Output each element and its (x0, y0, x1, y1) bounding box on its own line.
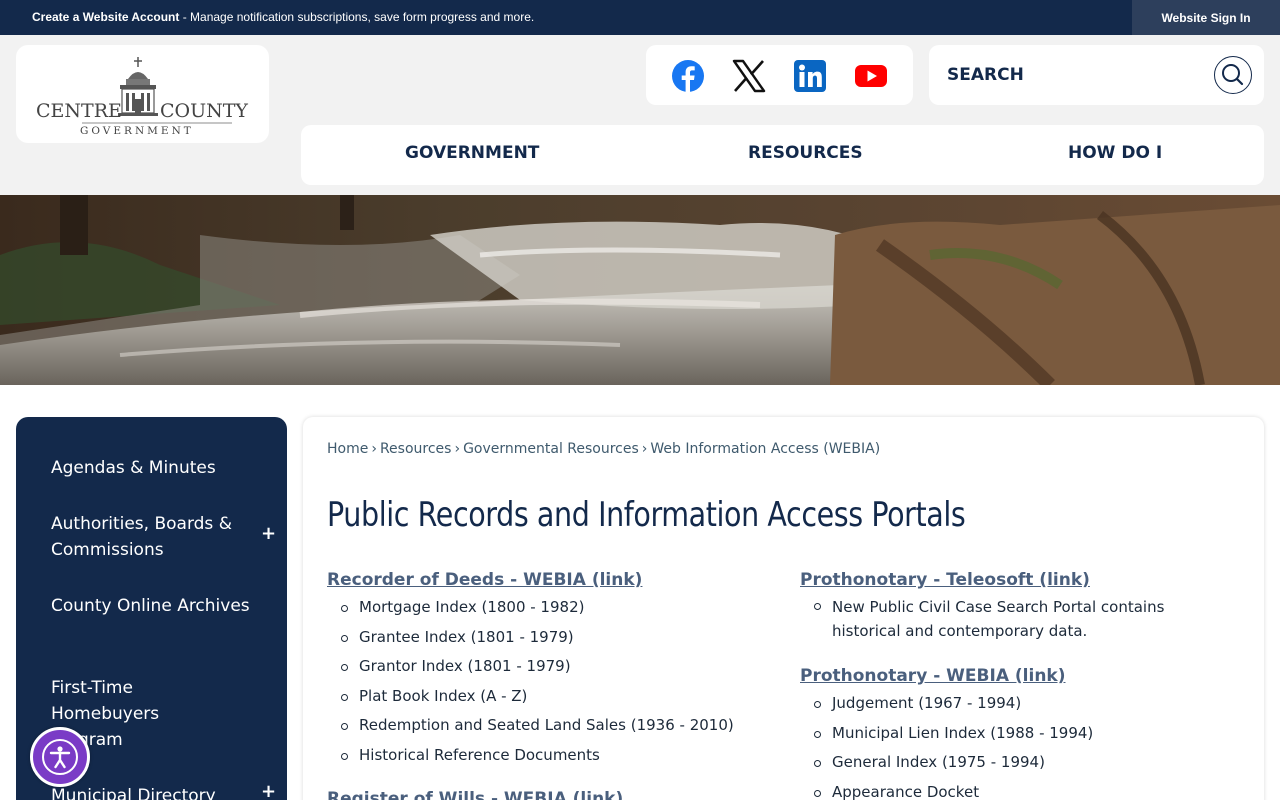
main-navigation: GOVERNMENT RESOURCES HOW DO I (301, 125, 1264, 185)
nav-how-do-i[interactable]: HOW DO I (1068, 143, 1162, 163)
search-button[interactable] (1214, 56, 1252, 94)
banner-stream-image (0, 195, 1280, 385)
search-box (929, 45, 1264, 105)
prothonotary-teleosoft-link[interactable]: Prothonotary - Teleosoft (link) (800, 567, 1220, 593)
left-column: Recorder of Deeds - WEBIA (link) Mortgag… (327, 567, 777, 800)
list-item: Grantor Index (1801 - 1979) (341, 652, 777, 682)
breadcrumb-separator: › (371, 441, 377, 457)
accessibility-button[interactable] (30, 727, 90, 787)
recorder-of-deeds-list: Mortgage Index (1800 - 1982) Grantee Ind… (341, 593, 777, 770)
breadcrumb-current[interactable]: Web Information Access (WEBIA) (650, 441, 880, 457)
courthouse-logo-graphic: CENTRE COUNTY GOVERNMENT (36, 57, 248, 135)
main-content: Home › Resources › Governmental Resources › We… (303, 417, 1264, 800)
prothonotary-webia-list: Judgement (1967 - 1994) Municipal Lien I… (814, 689, 1220, 800)
youtube-icon[interactable] (854, 59, 888, 93)
breadcrumb-resources[interactable]: Resources (380, 441, 452, 457)
teleosoft-list: New Public Civil Case Search Portal cont… (814, 593, 1220, 643)
account-message-text: - Manage notification subscriptions, sav… (179, 10, 535, 24)
sidebar-item-municipal-directory[interactable]: Municipal Directory (51, 783, 251, 800)
recorder-of-deeds-link[interactable]: Recorder of Deeds - WEBIA (link) (327, 567, 777, 593)
register-of-wills-link[interactable]: Register of Wills - WEBIA (link) (327, 786, 777, 800)
list-item: Redemption and Seated Land Sales (1936 -… (341, 711, 777, 741)
list-item: Judgement (1967 - 1994) (814, 689, 1220, 719)
breadcrumb-separator: › (454, 441, 461, 457)
breadcrumb-separator: › (641, 441, 648, 457)
nav-resources[interactable]: RESOURCES (748, 143, 863, 163)
sidebar-item-online-archives[interactable]: County Online Archives (51, 593, 251, 619)
sidebar-item-agendas-minutes[interactable]: Agendas & Minutes (51, 455, 251, 481)
centre-county-logo[interactable]: CENTRE COUNTY GOVERNMENT (16, 45, 269, 143)
sidebar-expand-authorities-icon[interactable]: + (261, 523, 276, 544)
sidebar-item-authorities-boards[interactable]: Authorities, Boards & Commissions (51, 511, 251, 563)
right-column: Prothonotary - Teleosoft (link) New Publ… (800, 567, 1220, 800)
list-item: Grantee Index (1801 - 1979) (341, 623, 777, 653)
list-item: Municipal Lien Index (1988 - 1994) (814, 719, 1220, 749)
logo-text-county: COUNTY (160, 100, 248, 122)
logo-text-government: GOVERNMENT (80, 125, 194, 135)
breadcrumb-home[interactable]: Home (327, 441, 368, 457)
breadcrumb-governmental-resources[interactable]: Governmental Resources (463, 441, 639, 457)
top-bar: Create a Website Account - Manage notifi… (0, 0, 1280, 35)
search-input[interactable] (947, 59, 1207, 91)
search-icon (1222, 64, 1244, 86)
website-sign-in-button[interactable]: Website Sign In (1132, 0, 1280, 35)
breadcrumb: Home › Resources › Governmental Resources › We… (327, 441, 880, 457)
accessibility-icon (42, 739, 78, 775)
logo-text-centre: CENTRE (36, 100, 122, 122)
social-links (646, 45, 913, 105)
prothonotary-webia-link[interactable]: Prothonotary - WEBIA (link) (800, 663, 1220, 689)
site-header: CENTRE COUNTY GOVERNMENT SEARCH GOVERNME… (0, 35, 1280, 195)
sidebar-expand-municipal-icon[interactable]: + (261, 781, 276, 800)
nav-government[interactable]: GOVERNMENT (405, 143, 539, 163)
x-twitter-icon[interactable] (732, 59, 766, 93)
list-item: Appearance Docket (814, 778, 1220, 800)
list-item: Plat Book Index (A - Z) (341, 682, 777, 712)
page-title: Public Records and Information Access Po… (327, 495, 966, 535)
list-item: General Index (1975 - 1994) (814, 748, 1220, 778)
list-item: Mortgage Index (1800 - 1982) (341, 593, 777, 623)
account-message: Create a Website Account - Manage notifi… (32, 10, 534, 24)
list-item: Historical Reference Documents (341, 741, 777, 771)
list-item: New Public Civil Case Search Portal cont… (814, 593, 1220, 643)
create-account-link[interactable]: Create a Website Account (32, 10, 179, 24)
facebook-icon[interactable] (671, 59, 705, 93)
linkedin-icon[interactable] (793, 59, 827, 93)
